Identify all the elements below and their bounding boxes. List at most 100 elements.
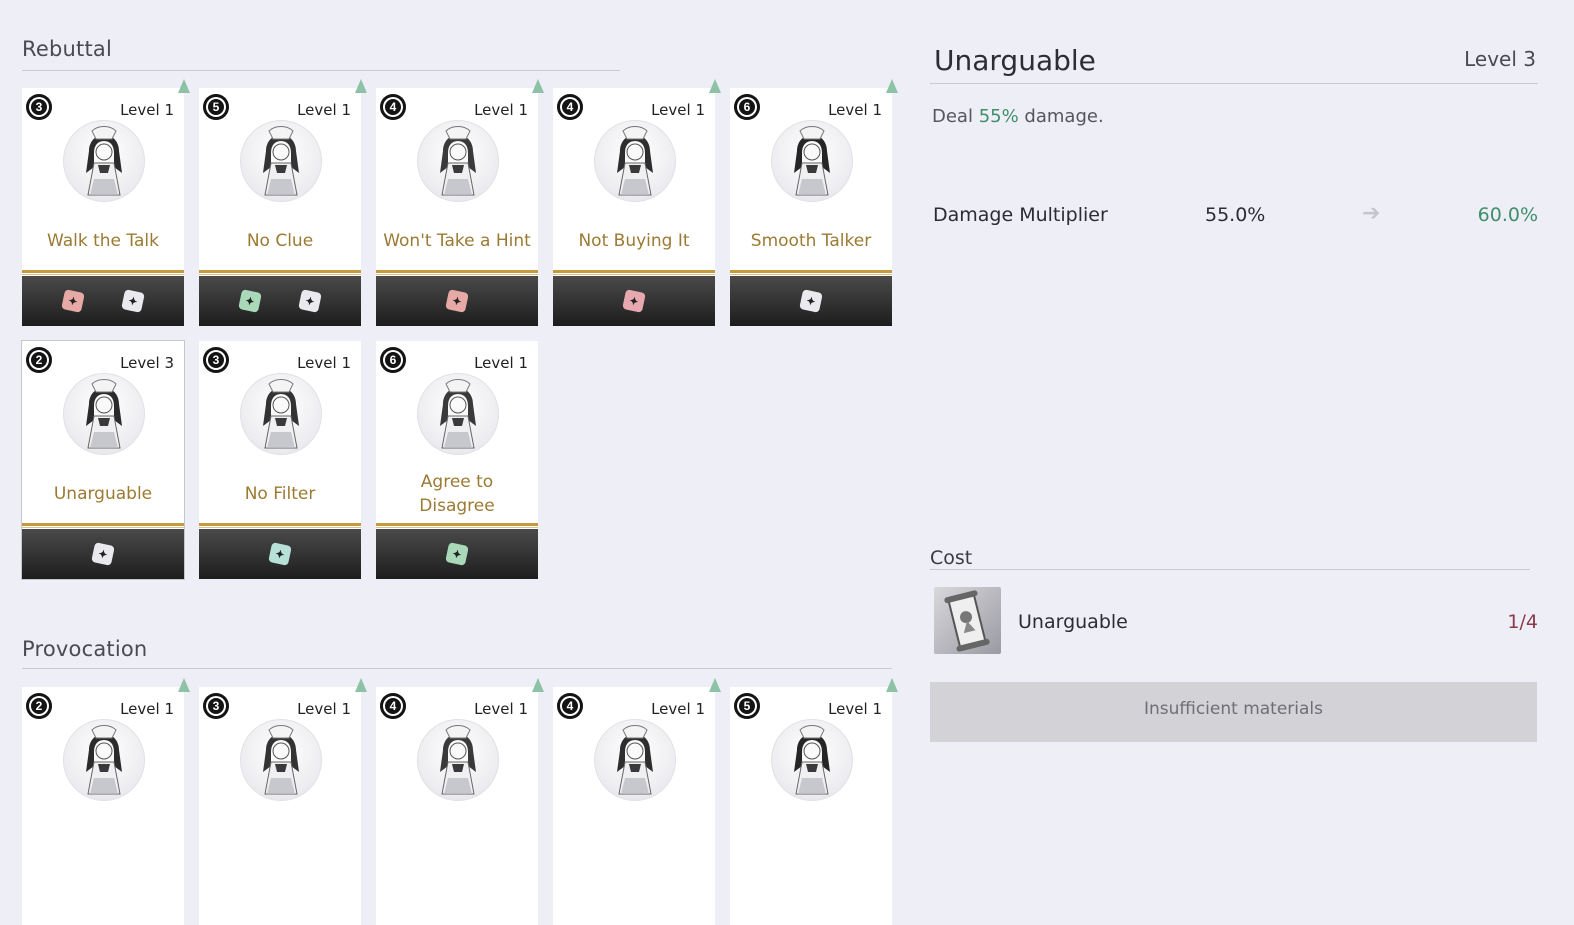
character-portrait	[771, 120, 853, 202]
card-level: Level 1	[120, 700, 174, 718]
stat-next-value: 60.0%	[1477, 204, 1538, 226]
desc-prefix: Deal	[932, 106, 979, 127]
gold-divider	[376, 527, 538, 528]
tag-bar: ✦	[199, 529, 361, 579]
material-count: 1/4	[1507, 611, 1538, 633]
desc-suffix: damage.	[1018, 106, 1104, 127]
stat-current-value: 55.0%	[1205, 204, 1266, 226]
skill-card[interactable]: 4 Level 1 Won't Take a Hint ✦	[376, 88, 538, 326]
upgrade-available-icon	[355, 79, 367, 93]
cost-badge: 3	[26, 94, 52, 120]
white-tag-icon: ✦	[799, 289, 823, 313]
detail-level: Level 3	[1464, 47, 1536, 71]
card-level: Level 3	[120, 354, 174, 372]
desc-value: 55%	[978, 106, 1019, 127]
gold-divider	[22, 523, 184, 526]
cost-title: Cost	[930, 547, 973, 569]
gold-divider	[22, 527, 184, 528]
skill-card[interactable]: 5 Level 1	[730, 687, 892, 925]
card-level: Level 1	[120, 101, 174, 119]
skill-card[interactable]: 4 Level 1 Not Buying It ✦	[553, 88, 715, 326]
upgrade-button[interactable]: Insufficient materials	[930, 682, 1537, 742]
cost-badge: 5	[203, 94, 229, 120]
character-portrait	[63, 373, 145, 455]
green-tag-icon: ✦	[237, 289, 262, 313]
section-divider	[22, 668, 892, 669]
gold-divider	[199, 270, 361, 273]
cost-badge: 5	[734, 693, 760, 719]
cost-badge: 2	[26, 693, 52, 719]
gold-divider	[376, 523, 538, 526]
card-name: No Filter	[244, 484, 316, 504]
cost-badge: 2	[26, 347, 52, 373]
gold-divider	[553, 274, 715, 275]
card-level: Level 1	[297, 700, 351, 718]
skill-card[interactable]: 4 Level 1	[376, 687, 538, 925]
section-divider	[22, 70, 620, 71]
tag-bar: ✦	[22, 529, 184, 579]
character-portrait	[240, 373, 322, 455]
gold-divider	[199, 523, 361, 526]
character-portrait	[240, 120, 322, 202]
upgrade-available-icon	[178, 79, 190, 93]
gold-divider	[553, 270, 715, 273]
character-portrait	[63, 120, 145, 202]
skill-card[interactable]: 2 Level 1	[22, 687, 184, 925]
material-scroll-icon	[934, 587, 1001, 654]
upgrade-available-icon	[709, 79, 721, 93]
character-portrait	[417, 373, 499, 455]
character-portrait	[417, 719, 499, 801]
white-tag-icon: ✦	[91, 542, 115, 566]
cost-divider	[930, 569, 1530, 570]
upgrade-available-icon	[886, 678, 898, 692]
white-tag-icon: ✦	[121, 289, 146, 313]
tag-bar: ✦	[376, 276, 538, 326]
white-tag-icon: ✦	[298, 289, 323, 313]
skill-card[interactable]: 3 Level 1	[199, 687, 361, 925]
card-name: Not Buying It	[578, 231, 690, 251]
skill-card[interactable]: 5 Level 1 No Clue ✦ ✦	[199, 88, 361, 326]
gold-divider	[730, 270, 892, 273]
material-name: Unarguable	[1018, 611, 1128, 633]
upgrade-available-icon	[355, 678, 367, 692]
pink-tag-icon: ✦	[622, 289, 646, 313]
card-name: No Clue	[246, 231, 314, 251]
green-tag-icon: ✦	[445, 542, 469, 566]
skill-card[interactable]: 6 Level 1 Agree to Disagree ✦	[376, 341, 538, 579]
card-name: Agree to Disagree	[419, 472, 495, 516]
gold-divider	[199, 274, 361, 275]
red-tag-icon: ✦	[60, 289, 85, 313]
tag-bar: ✦	[553, 276, 715, 326]
upgrade-available-icon	[886, 79, 898, 93]
tag-bar: ✦	[730, 276, 892, 326]
skill-card[interactable]: 6 Level 1 Smooth Talker ✦	[730, 88, 892, 326]
character-portrait	[771, 719, 853, 801]
character-portrait	[63, 719, 145, 801]
detail-title: Unarguable	[934, 44, 1096, 77]
card-level: Level 1	[474, 700, 528, 718]
tag-bar: ✦	[376, 529, 538, 579]
skill-description: Deal 55% damage.	[932, 106, 1104, 127]
red-tag-icon: ✦	[445, 289, 469, 313]
skill-card[interactable]: 3 Level 1 No Filter ✦	[199, 341, 361, 579]
card-level: Level 1	[474, 101, 528, 119]
tag-bar: ✦ ✦	[199, 276, 361, 326]
skill-card[interactable]: 3 Level 1 Walk the Talk ✦ ✦	[22, 88, 184, 326]
section-title-provocation: Provocation	[22, 637, 148, 661]
skill-card[interactable]: 4 Level 1	[553, 687, 715, 925]
character-portrait	[417, 120, 499, 202]
character-portrait	[594, 719, 676, 801]
cost-badge: 6	[734, 94, 760, 120]
cost-badge: 4	[380, 693, 406, 719]
tag-bar: ✦ ✦	[22, 276, 184, 326]
card-name: Smooth Talker	[750, 231, 872, 251]
card-level: Level 1	[828, 101, 882, 119]
upgrade-available-icon	[709, 678, 721, 692]
card-name: Walk the Talk	[47, 231, 159, 251]
upgrade-available-icon	[178, 678, 190, 692]
section-title-rebuttal: Rebuttal	[22, 37, 112, 61]
card-level: Level 1	[474, 354, 528, 372]
teal-tag-icon: ✦	[268, 542, 292, 566]
card-level: Level 1	[828, 700, 882, 718]
skill-card[interactable]: 2 Level 3 Unarguable ✦	[22, 341, 184, 579]
